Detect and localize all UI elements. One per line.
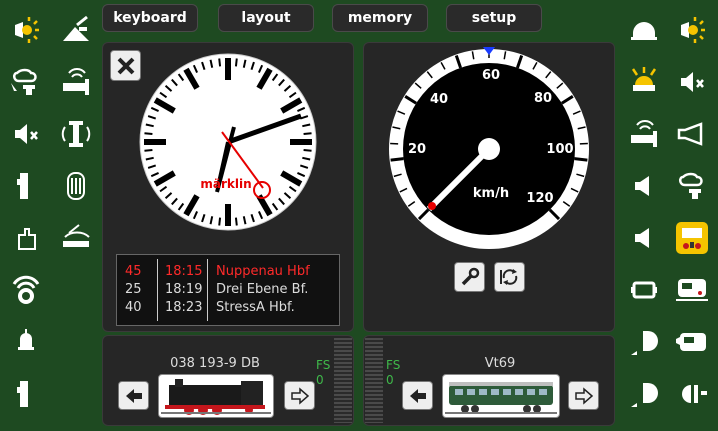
- bell-icon[interactable]: [6, 320, 46, 360]
- speed-tick-label: 40: [430, 92, 448, 107]
- loco-name: Vt69: [484, 356, 516, 371]
- speaker-grille-icon[interactable]: [56, 166, 96, 206]
- fs-label: FS: [316, 358, 331, 372]
- speed-tick-label: 100: [546, 142, 573, 157]
- wrench-icon: [461, 267, 479, 286]
- clock-tick: [234, 58, 238, 67]
- light-icon[interactable]: [6, 10, 46, 50]
- smoke-icon[interactable]: [6, 62, 46, 102]
- fs-value: 0: [386, 373, 394, 387]
- clock-tick: [144, 132, 153, 136]
- settings-wrench-button[interactable]: [454, 262, 485, 292]
- prev-loco-button[interactable]: [118, 381, 149, 410]
- pantograph-icon[interactable]: [56, 218, 96, 258]
- clock-tick: [303, 148, 312, 152]
- lamp-car-icon[interactable]: [672, 270, 712, 310]
- close-button[interactable]: [110, 50, 141, 81]
- clock-tick: [303, 132, 312, 136]
- close-icon: [117, 57, 134, 74]
- arrow-left-icon: [125, 388, 142, 403]
- swap-icon: [499, 269, 517, 285]
- arrow-left-icon: [409, 388, 426, 403]
- cab-light-icon[interactable]: [624, 10, 664, 50]
- clock-tick: [218, 58, 222, 67]
- loco-name: 038 193-9 DB: [170, 356, 260, 371]
- light-icon[interactable]: [672, 10, 712, 50]
- horn-icon[interactable]: [672, 114, 712, 154]
- speaker-icon[interactable]: [624, 218, 664, 258]
- next-loco-button[interactable]: [284, 381, 315, 410]
- speaker-icon[interactable]: [624, 166, 664, 206]
- clock-tick: [218, 217, 222, 226]
- memory-button[interactable]: memory: [332, 4, 428, 32]
- swap-direction-button[interactable]: [494, 262, 525, 292]
- cab-sound-icon[interactable]: [672, 322, 712, 362]
- horn-signal-icon[interactable]: [6, 268, 46, 310]
- rear-light-icon[interactable]: [624, 270, 664, 310]
- smoke-icon[interactable]: [672, 166, 712, 206]
- speed-tick-label: 120: [526, 191, 553, 206]
- arrow-right-icon: [574, 386, 593, 405]
- speed-tick: [390, 157, 404, 162]
- station-clock: märklin: [139, 53, 317, 231]
- speed-tick-label: 60: [482, 68, 500, 83]
- cab-icon[interactable]: [672, 218, 712, 258]
- door-icon[interactable]: [6, 166, 46, 206]
- prev-loco-button[interactable]: [402, 381, 433, 410]
- speed-unit: km/h: [473, 186, 509, 201]
- loco-image[interactable]: [158, 374, 274, 418]
- arrow-right-icon: [290, 386, 309, 405]
- speed-tick: [574, 157, 588, 162]
- stop-icon[interactable]: [6, 218, 46, 258]
- next-loco-button[interactable]: [568, 381, 599, 410]
- tail-light-icon[interactable]: [624, 374, 664, 414]
- crane-icon[interactable]: [56, 10, 96, 50]
- clock-tick: [234, 217, 238, 226]
- timetable-row[interactable]: 25 18:19 Drei Ebene Bf.: [117, 282, 341, 300]
- speed-slider[interactable]: [365, 338, 383, 423]
- speed-slider[interactable]: [334, 338, 352, 423]
- clock-tick: [144, 148, 153, 152]
- speedometer[interactable]: km/h 20 40 60 80 100 120: [387, 47, 591, 251]
- marker-light-icon[interactable]: [672, 374, 712, 414]
- headlight-left-icon[interactable]: [624, 322, 664, 362]
- loco-image[interactable]: [442, 374, 560, 418]
- keyboard-button[interactable]: keyboard: [102, 4, 198, 32]
- timetable-row[interactable]: 45 18:15 Nuppenau Hbf: [117, 264, 341, 282]
- beacon-icon[interactable]: [624, 62, 664, 102]
- speed-tick-label: 20: [408, 142, 426, 157]
- speed-tick-label: 80: [534, 91, 552, 106]
- fs-label: FS: [386, 358, 401, 372]
- timetable: 45 18:15 Nuppenau Hbf 25 18:19 Drei Ebene Bf…: [116, 254, 340, 326]
- sound-off-icon[interactable]: [6, 114, 46, 154]
- fs-value: 0: [316, 373, 324, 387]
- door-icon[interactable]: [6, 374, 46, 414]
- hook-icon[interactable]: [624, 114, 664, 154]
- layout-button[interactable]: layout: [218, 4, 314, 32]
- setup-button[interactable]: setup: [446, 4, 542, 32]
- coupler-icon[interactable]: [56, 114, 96, 154]
- clock-brand: märklin: [200, 177, 251, 191]
- hook-icon[interactable]: [56, 62, 96, 102]
- timetable-row[interactable]: 40 18:23 StressA Hbf.: [117, 300, 341, 318]
- sound-off-icon[interactable]: [672, 62, 712, 102]
